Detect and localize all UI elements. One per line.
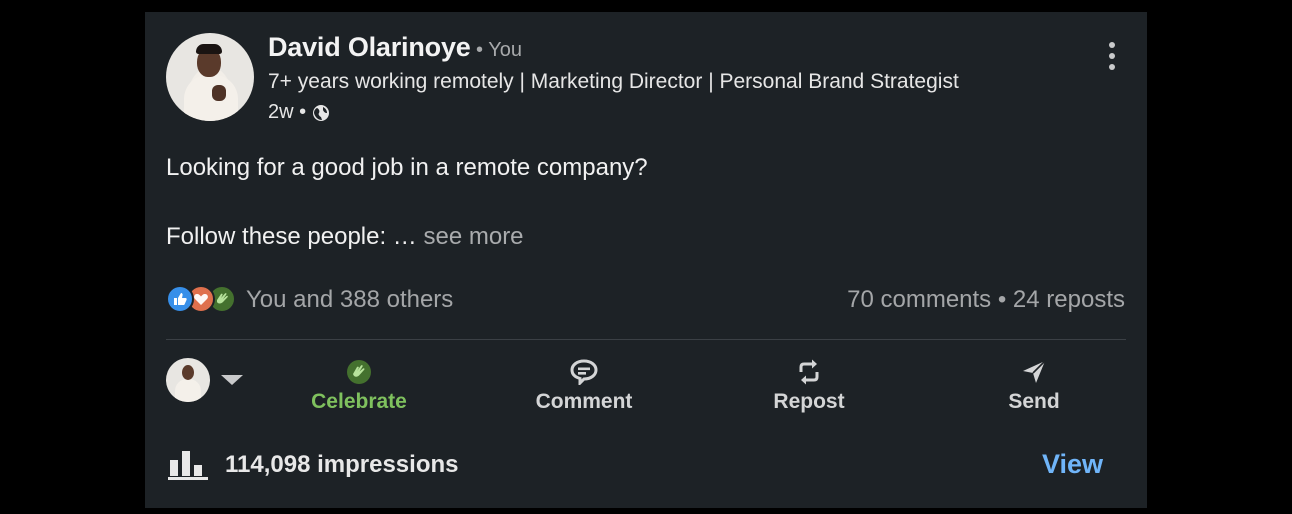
send-button[interactable]: Send [954, 350, 1114, 414]
post-text-prefix: Follow these people: … [166, 223, 424, 250]
post-text-line-2: Follow these people: … see more [166, 223, 524, 251]
send-label: Send [1008, 390, 1060, 413]
reactions-summary[interactable]: You and 388 others [246, 286, 453, 314]
post-card: David Olarinoye • You 7+ years working r… [145, 12, 1147, 508]
comments-reposts-count[interactable]: 70 comments • 24 reposts [847, 286, 1125, 314]
reacting-as-avatar[interactable] [166, 358, 210, 402]
view-analytics-link[interactable]: View [1042, 449, 1103, 480]
repost-icon [795, 358, 823, 386]
divider [166, 339, 1126, 340]
see-more-link[interactable]: see more [423, 223, 523, 250]
globe-icon [313, 104, 330, 121]
impressions-count[interactable]: 114,098 impressions [225, 451, 458, 479]
author-headline: 7+ years working remotely | Marketing Di… [268, 70, 959, 93]
author-avatar[interactable] [166, 33, 254, 121]
author-name[interactable]: David Olarinoye [268, 32, 471, 63]
analytics-bar-icon [168, 451, 208, 480]
post-time: 2w • [268, 101, 307, 123]
comment-button[interactable]: Comment [504, 350, 664, 414]
like-icon [166, 285, 194, 313]
you-tag: • You [476, 39, 522, 61]
comment-label: Comment [535, 390, 633, 413]
post-text-line-1: Looking for a good job in a remote compa… [166, 154, 648, 181]
comment-icon [570, 358, 598, 386]
celebrate-label: Celebrate [311, 390, 407, 413]
repost-label: Repost [773, 390, 845, 413]
send-icon [1020, 358, 1048, 386]
celebrate-icon [345, 358, 373, 386]
reaction-icons[interactable] [166, 285, 236, 313]
chevron-down-icon[interactable] [221, 375, 243, 385]
more-options-icon[interactable] [1107, 42, 1117, 70]
celebrate-button[interactable]: Celebrate [279, 350, 439, 414]
repost-button[interactable]: Repost [729, 350, 889, 414]
post-meta: 2w • [268, 101, 330, 124]
